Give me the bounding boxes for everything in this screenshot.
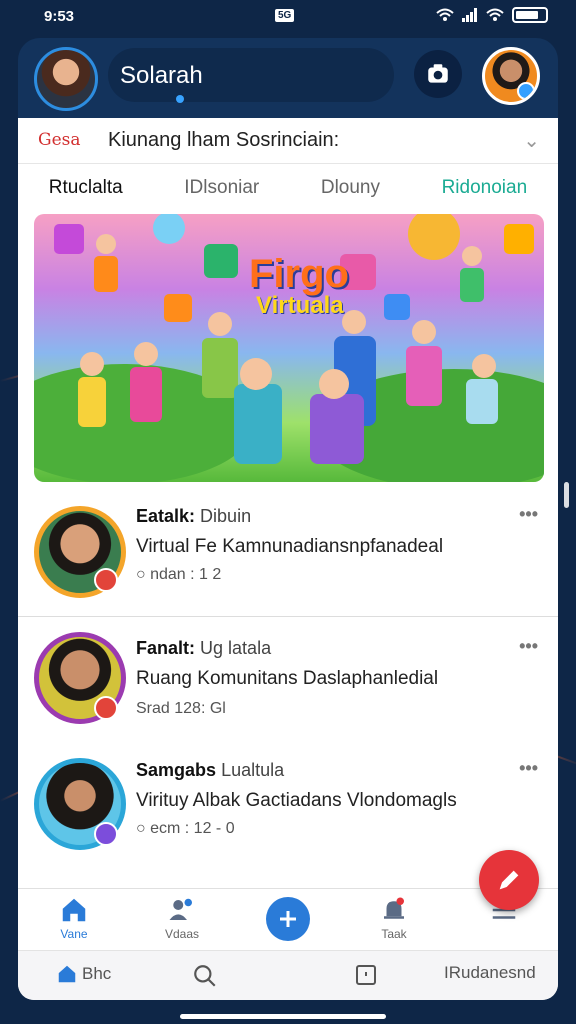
bottom-tabs[interactable] — [354, 963, 378, 987]
post-author: Eatalk: Dibuin — [136, 506, 251, 527]
camera-icon — [428, 64, 448, 83]
bell-icon — [384, 897, 404, 919]
divider — [18, 616, 558, 617]
post-meta-text: ndan : 1 2 — [150, 566, 222, 583]
main-card: Gesa Kiunang lham Sosrinciain: ⌄ Rtuclal… — [18, 118, 558, 1000]
nav-home[interactable]: Vane — [34, 895, 114, 941]
post-meta: ○ ecm : 12 - 0 — [136, 820, 235, 838]
feed-post[interactable]: Samgabs Lualtula Virituy Albak Gactiadan… — [18, 758, 558, 876]
status-badge-icon — [94, 696, 118, 720]
post-author-handle: Dibuin — [200, 506, 252, 526]
nav-people-label: Vdaas — [164, 927, 200, 941]
post-meta-text: ecm : 12 - 0 — [150, 820, 235, 837]
bottom-search[interactable] — [192, 963, 218, 989]
banner-logo-title: Firgo — [249, 252, 349, 296]
post-author-name: Fanalt: — [136, 638, 196, 658]
banner-logo-subtitle: Virtuala — [256, 292, 344, 319]
app-title: Solarah — [120, 62, 203, 89]
add-button[interactable] — [266, 897, 310, 941]
tab-3[interactable]: Dlouny — [321, 177, 380, 199]
post-meta: ○ ndan : 1 2 — [136, 566, 221, 584]
clock-icon: ○ — [136, 820, 151, 837]
bottom-home[interactable]: Bhc — [56, 963, 111, 985]
tab-1[interactable]: Rtuclalta — [49, 177, 123, 199]
camera-button[interactable] — [414, 50, 462, 98]
plus-icon — [280, 911, 296, 927]
post-text: Virituy Albak Gactiadans Vlondomagls — [136, 790, 457, 811]
people-icon — [169, 898, 192, 920]
bottom-navigation: Vane Vdaas Taak — [18, 888, 558, 950]
clock-icon: ○ — [136, 566, 151, 583]
wifi-icon — [436, 8, 454, 21]
tab-bar: Rtuclalta IDlsoniar Dlouny Ridonoian — [18, 166, 558, 210]
status-badge-icon — [94, 822, 118, 846]
home-icon — [58, 965, 76, 983]
community-header[interactable]: Gesa Kiunang lham Sosrinciain: ⌄ — [18, 118, 558, 164]
bottom-bar: Bhc IRudanesnd — [18, 950, 558, 1000]
nav-people[interactable]: Vdaas — [142, 895, 222, 941]
battery-icon — [512, 7, 548, 23]
search-icon — [194, 965, 216, 987]
app-title-pill[interactable]: Solarah — [108, 48, 394, 103]
post-author-name: Samgabs — [136, 760, 217, 780]
post-author: Fanalt: Ug latala — [136, 638, 271, 659]
more-options-icon[interactable]: ••• — [519, 636, 538, 657]
square-icon — [356, 965, 376, 985]
featured-banner[interactable]: Firgo Virtuala — [34, 214, 544, 482]
wifi-icon — [486, 8, 504, 21]
post-text: Virtual Fe Kamnunadiansnpfanadeal — [136, 536, 444, 557]
profile-avatar[interactable] — [34, 47, 98, 111]
post-meta: Srad 128: Gl — [136, 700, 226, 717]
post-author-handle: Ug latala — [200, 638, 272, 658]
compose-fab[interactable] — [479, 850, 539, 910]
post-author-handle: Lualtula — [221, 760, 285, 780]
tab-2[interactable]: IDlsoniar — [184, 177, 259, 199]
home-icon — [62, 898, 86, 922]
community-brand: Gesa — [38, 130, 81, 150]
top-bar: Solarah — [18, 38, 558, 118]
status-bar: 9:53 5G — [0, 0, 576, 34]
more-options-icon[interactable]: ••• — [519, 758, 538, 779]
status-badge-icon — [94, 568, 118, 592]
signal-icon — [462, 8, 477, 22]
post-author: Samgabs Lualtula — [136, 760, 284, 781]
chevron-down-icon[interactable]: ⌄ — [523, 128, 540, 153]
nav-notifications-label: Taak — [381, 927, 407, 941]
user-avatar[interactable] — [482, 47, 540, 105]
bottom-right-link[interactable]: IRudanesnd — [444, 963, 536, 983]
nav-home-label: Vane — [60, 927, 88, 941]
community-title: Kiunang lham Sosrinciain: — [108, 129, 340, 151]
feed-post[interactable]: Eatalk: Dibuin Virtual Fe Kamnunadiansnp… — [18, 498, 558, 616]
tab-4[interactable]: Ridonoian — [442, 177, 528, 199]
bottom-home-label: Bhc — [82, 964, 112, 983]
pencil-icon — [499, 870, 519, 890]
clock: 9:53 — [44, 8, 75, 25]
network-badge: 5G — [275, 9, 295, 22]
scrollbar[interactable] — [564, 482, 569, 508]
verified-badge-icon — [517, 82, 535, 100]
status-icons — [436, 7, 548, 23]
indicator-dot — [176, 95, 184, 103]
nav-notifications[interactable]: Taak — [354, 895, 434, 941]
feed-post[interactable]: Fanalt: Ug latala Ruang Komunitans Dasla… — [18, 630, 558, 748]
post-author-name: Eatalk: — [136, 506, 196, 526]
more-options-icon[interactable]: ••• — [519, 504, 538, 525]
post-text: Ruang Komunitans Daslaphanledial — [136, 668, 439, 689]
home-indicator[interactable] — [180, 1014, 386, 1019]
